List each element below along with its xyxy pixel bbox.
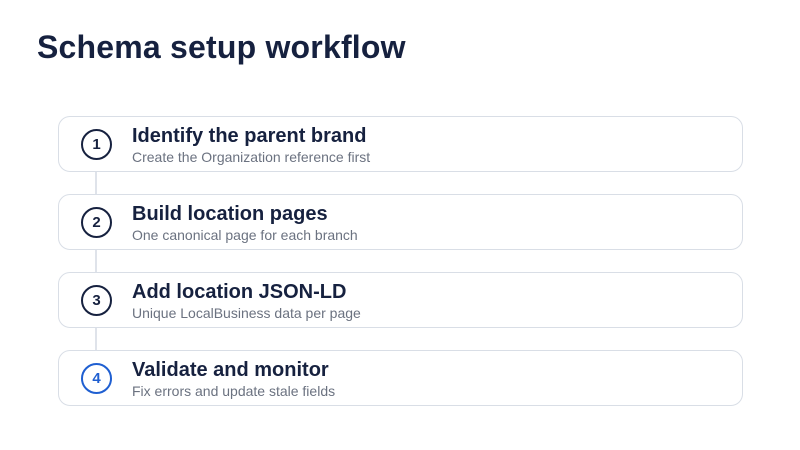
step-card-1: 1 Identify the parent brand Create the O… [58,116,743,172]
step-description: One canonical page for each branch [132,227,358,243]
workflow-slide: Schema setup workflow 1 Identify the par… [0,0,800,450]
step-description: Create the Organization reference first [132,149,371,165]
step-description: Fix errors and update stale fields [132,383,336,399]
step-title: Identify the parent brand [132,125,367,147]
step-number-badge: 1 [81,129,112,160]
step-number-badge-active: 4 [81,363,112,394]
step-number-badge: 2 [81,207,112,238]
step-description: Unique LocalBusiness data per page [132,305,361,321]
page-title: Schema setup workflow [37,29,406,65]
step-connector [95,250,97,272]
step-card-2: 2 Build location pages One canonical pag… [58,194,743,250]
step-title: Build location pages [132,203,328,225]
step-number-badge: 3 [81,285,112,316]
step-title: Validate and monitor [132,359,329,381]
step-title: Add location JSON-LD [132,281,347,303]
step-connector [95,328,97,350]
step-connector [95,172,97,194]
step-card-3: 3 Add location JSON-LD Unique LocalBusin… [58,272,743,328]
step-card-4: 4 Validate and monitor Fix errors and up… [58,350,743,406]
workflow-steps: 1 Identify the parent brand Create the O… [58,116,743,408]
